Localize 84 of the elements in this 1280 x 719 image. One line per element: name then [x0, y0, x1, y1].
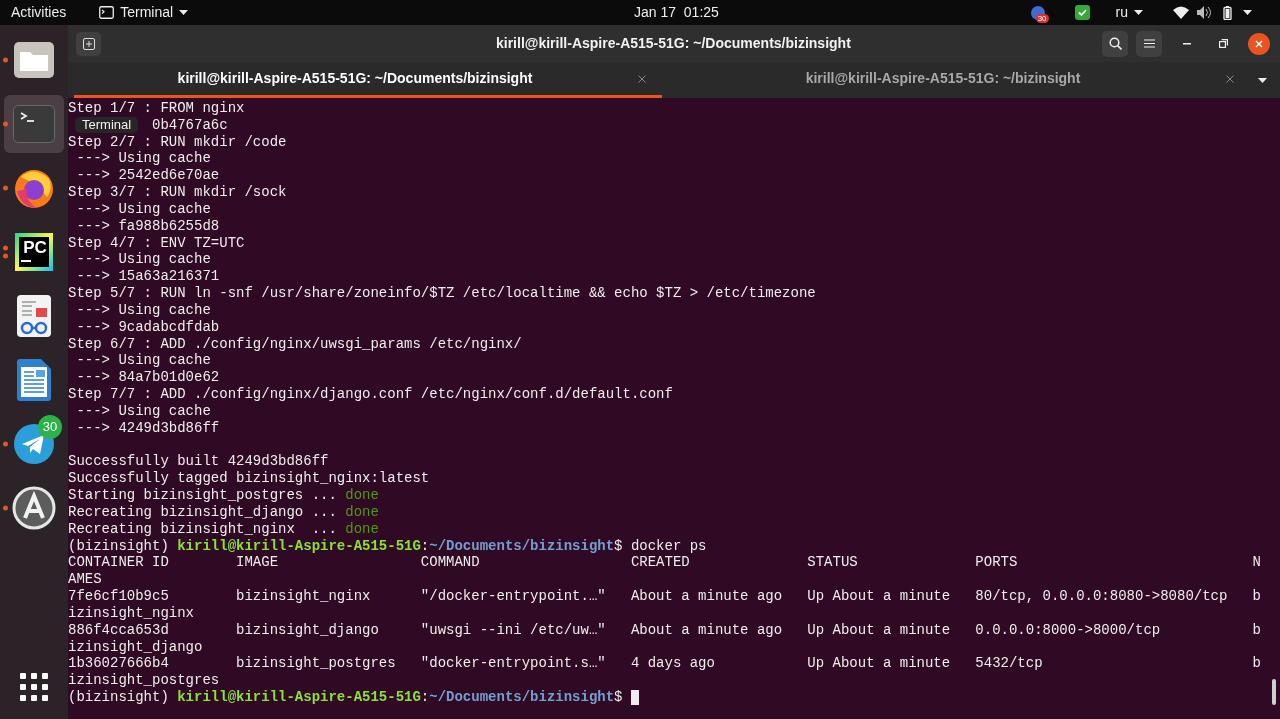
- terminal-icon: [99, 6, 115, 19]
- notification-count: 30: [1035, 13, 1049, 23]
- output-line: Successfully tagged bizinsight_nginx:latest: [68, 470, 430, 488]
- running-indicator: [3, 185, 8, 191]
- output-line: ---> fa988b6255d8: [75, 217, 220, 235]
- wifi-icon[interactable]: [1173, 6, 1189, 19]
- search-button[interactable]: [1102, 30, 1128, 57]
- caret-icon: [1257, 77, 1267, 83]
- tab[interactable]: kirill@kirill-Aspire-A515-51G: ~/bizinsight: [662, 62, 1250, 98]
- output-line: ---> Using cache: [75, 251, 211, 269]
- prompt-line: Recreating bizinsight_nginx ... done: [68, 520, 379, 538]
- folder-icon: [14, 42, 54, 78]
- scrollbar[interactable]: [1272, 679, 1276, 705]
- logo-text: PC: [22, 238, 48, 257]
- clock[interactable]: Jan 17 01:25: [634, 2, 719, 23]
- table-line: CONTAINER ID IMAGE COMMAND CREATED STATUS PORTS N: [68, 554, 1261, 572]
- running-indicator: [3, 441, 8, 447]
- running-indicator: [3, 121, 8, 127]
- new-tab-button[interactable]: [76, 31, 101, 56]
- output-line: izinsight_nginx: [68, 604, 195, 622]
- output-line: 0b4767a6c: [152, 116, 228, 134]
- close-icon: [1226, 74, 1234, 83]
- output-line: Step 7/7 : ADD ./config/nginx/django.conf /etc/nginx/conf.d/default.conf: [68, 386, 673, 403]
- prompt-line: Recreating bizinsight_django ... done: [68, 503, 379, 521]
- running-indicator: [3, 57, 8, 63]
- table-line: 1b36027666b4 bizinsight_postgres "docker-entrypoint.s…" 4 days ago Up About a minute 5432/tcp b: [68, 655, 1261, 673]
- menu-icon: [1143, 39, 1155, 48]
- output-line: ---> Using cache: [75, 150, 211, 168]
- output-line: ---> 15a63a216371: [75, 268, 220, 286]
- updater-icon: [12, 486, 56, 530]
- plus-icon: [82, 37, 95, 50]
- prompt-line: (bizinsight) kirill@kirill-Aspire-A515-51G:~/Documents/bizinsight$ docker ps: [68, 537, 707, 555]
- caret-icon: [179, 10, 189, 15]
- caret-icon: [1134, 10, 1143, 15]
- table-line: 886f4cca653d bizinsight_django "uwsgi --ini /etc/uw…" About a minute ago Up About a minute 0.0.0.0:8000->8000/tcp b: [68, 621, 1261, 639]
- output-line: Step 2/7 : RUN mkdir /code: [68, 133, 287, 151]
- search-icon: [1108, 37, 1122, 50]
- battery-icon[interactable]: [1221, 5, 1235, 20]
- output-line: ---> Using cache: [75, 301, 211, 319]
- writer-document-icon: [16, 359, 52, 401]
- output-line: izinsight_django: [68, 638, 203, 656]
- restore-icon: [1218, 39, 1228, 48]
- dock-item[interactable]: PC: [4, 223, 64, 281]
- close-tab-button[interactable]: [1224, 72, 1236, 85]
- prompt-line: Starting bizinsight_postgres ... done: [68, 487, 379, 504]
- output-line: Step 6/7 : ADD ./config/nginx/uwsgi_params /etc/nginx/: [68, 335, 522, 353]
- output-line: ---> Using cache: [75, 402, 211, 420]
- output-line: izinsight_postgres: [68, 672, 220, 689]
- output-line: ---> 2542ed6e70ae: [75, 167, 220, 185]
- prompt-line: (bizinsight) kirill@kirill-Aspire-A515-51G:~/Documents/bizinsight$: [68, 689, 624, 706]
- output-line: ---> Using cache: [75, 200, 211, 218]
- running-indicator: [3, 245, 8, 259]
- volume-icon[interactable]: [1197, 6, 1211, 19]
- app-menu[interactable]: Terminal: [99, 2, 189, 23]
- output-line: Step 1/7 : FROM nginx: [68, 100, 245, 117]
- close-button[interactable]: [1248, 32, 1270, 55]
- output-line: AMES: [68, 571, 102, 588]
- close-icon: [638, 74, 646, 83]
- caret-icon[interactable]: [1243, 10, 1252, 15]
- output-line: ---> 84a7b01d0e62: [75, 369, 220, 387]
- app-grid-icon: [20, 673, 48, 701]
- output-line: Step 3/7 : RUN mkdir /sock: [68, 184, 287, 201]
- notification-badge: 30: [38, 415, 62, 439]
- close-icon: [1255, 39, 1263, 48]
- output-line: Successfully built 4249d3bd86ff: [68, 453, 329, 471]
- terminal-icon: [13, 105, 55, 143]
- output-line: Step 4/7 : ENV TZ=UTC: [68, 234, 245, 252]
- firefox-icon: [13, 167, 55, 209]
- activities-button[interactable]: Activities: [0, 2, 78, 23]
- minimize-icon: [1183, 42, 1191, 45]
- output-line: ---> 9cadabcdfdab: [75, 318, 220, 336]
- table-line: 7fe6cf10b9c5 bizinsight_nginx "/docker-entrypoint.…" About a minute ago Up About a minute 80/tcp, 0.0.0.0:8080->8080/tcp b: [68, 588, 1261, 605]
- output-line: ---> Using cache: [75, 352, 211, 370]
- keyboard-layout-menu[interactable]: ru: [1115, 2, 1143, 23]
- window-title: kirill@kirill-Aspire-A515-51G: ~/Documents/bizinsight: [496, 34, 851, 53]
- running-indicator: [3, 505, 8, 511]
- output-line: ---> 4249d3bd86ff: [75, 419, 220, 437]
- close-tab-button[interactable]: [636, 72, 648, 85]
- tooltip: Terminal: [75, 117, 139, 133]
- menu-button[interactable]: [1136, 30, 1162, 57]
- document-viewer-icon: [16, 295, 52, 337]
- app-menu-label: Terminal: [120, 3, 174, 22]
- check-icon[interactable]: [1074, 5, 1090, 20]
- output-line: Step 5/7 : RUN ln -snf /usr/share/zoneinfo/$TZ /etc/localtime && echo $TZ > /etc/timezone: [68, 285, 816, 302]
